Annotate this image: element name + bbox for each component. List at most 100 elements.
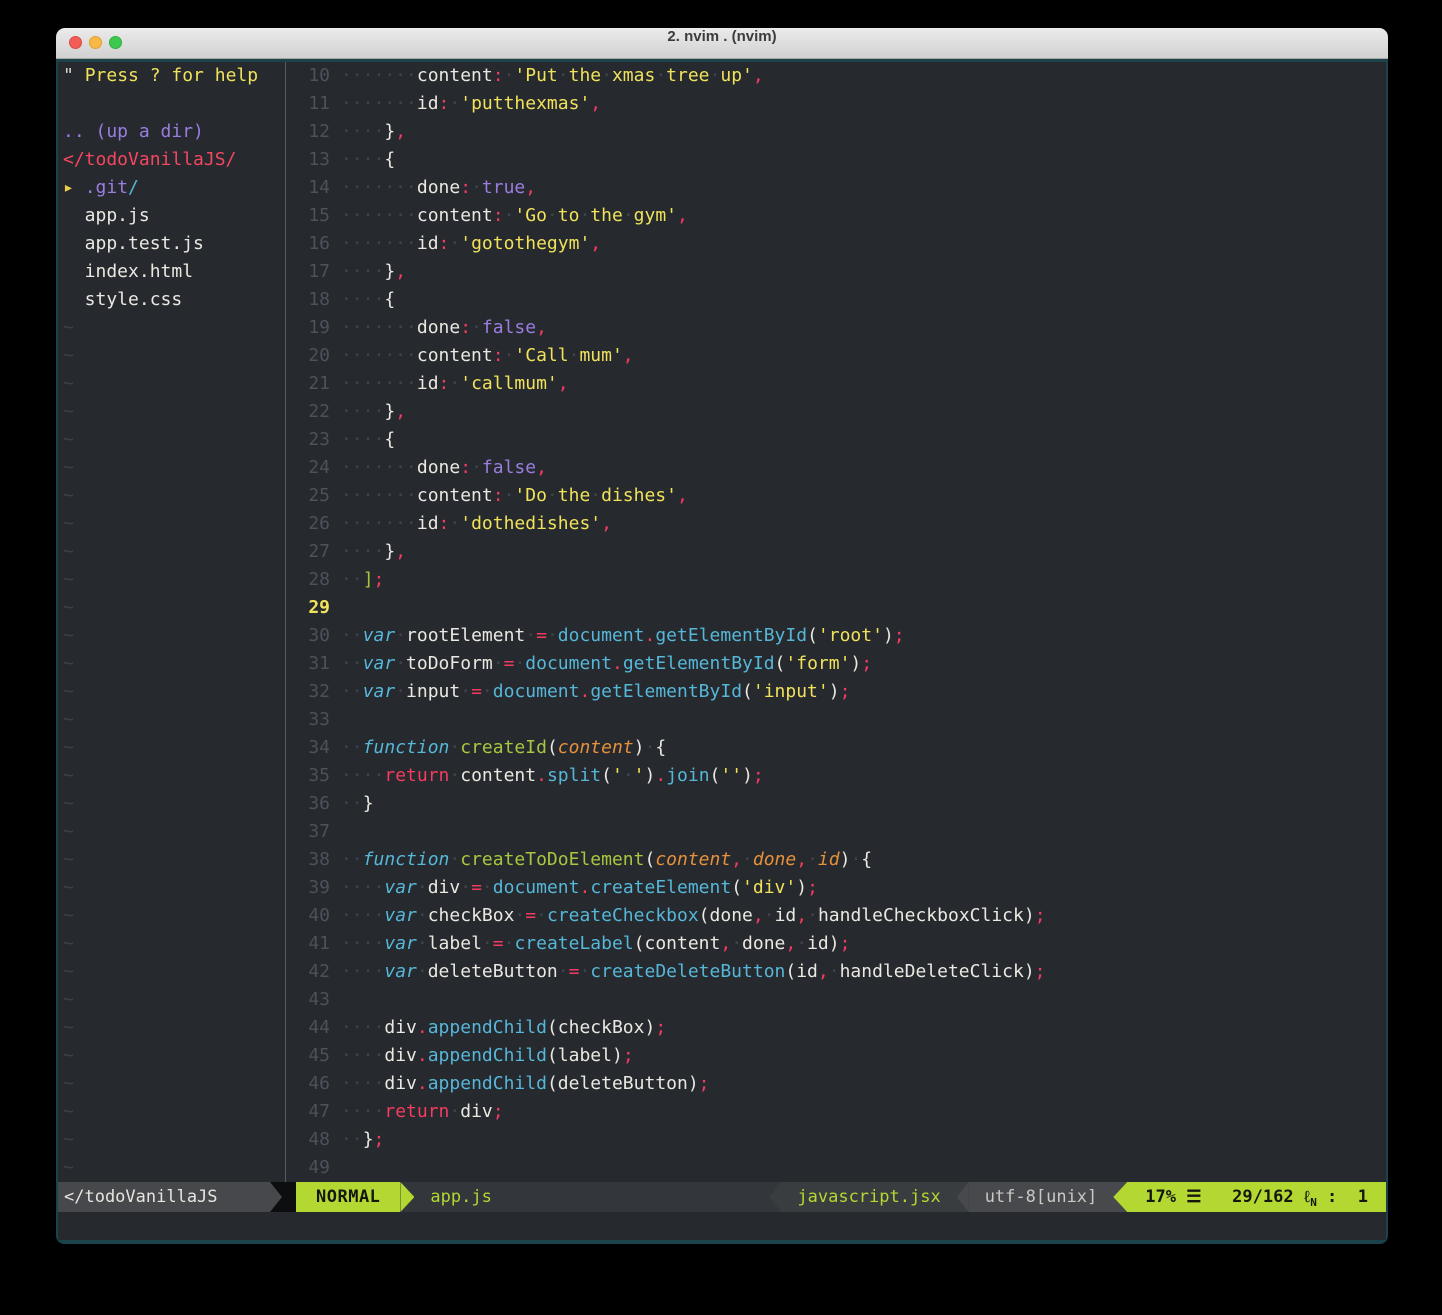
code-line-21[interactable]: 21·······id:·'callmum',: [286, 370, 1386, 398]
tilde-row: ~: [58, 986, 285, 1014]
code-line-40[interactable]: 40····var·checkBox·=·createCheckbox(done…: [286, 902, 1386, 930]
code-line-19[interactable]: 19·······done:·false,: [286, 314, 1386, 342]
code-line-47[interactable]: 47····return·div;: [286, 1098, 1386, 1126]
code-line-41[interactable]: 41····var·label·=·createLabel(content,·d…: [286, 930, 1386, 958]
tilde-row: ~: [58, 650, 285, 678]
token-s: ': [634, 765, 645, 786]
line-number: 34: [286, 734, 330, 762]
code-line-20[interactable]: 20·······content:·'Call·mum',: [286, 342, 1386, 370]
tilde-row: ~: [58, 454, 285, 482]
editor-pane[interactable]: 10·······content:·'Put·the·xmas·tree·up'…: [286, 62, 1386, 1182]
token-p: :: [493, 345, 504, 366]
line-number: 27: [286, 538, 330, 566]
window-titlebar[interactable]: 2. nvim . (nvim): [56, 28, 1388, 59]
code-line-37[interactable]: 37: [286, 818, 1386, 846]
token-p: ;: [894, 625, 905, 646]
token-p: :: [460, 177, 471, 198]
code-line-23[interactable]: 23····{: [286, 426, 1386, 454]
token-k: var: [384, 877, 417, 898]
token-p: ;: [861, 653, 872, 674]
token-tl: ~: [63, 625, 74, 646]
code-line-38[interactable]: 38··function·createToDoElement(content,·…: [286, 846, 1386, 874]
token-p: ,: [677, 485, 688, 506]
token-k: var: [384, 905, 417, 926]
token-w: ··: [341, 737, 363, 758]
tree-file-app-test-js[interactable]: app.test.js: [58, 230, 285, 258]
tree-file-index-html[interactable]: index.html: [58, 258, 285, 286]
code-line-25[interactable]: 25·······content:·'Do·the·dishes',: [286, 482, 1386, 510]
code-line-13[interactable]: 13····{: [286, 146, 1386, 174]
code-line-36[interactable]: 36··}: [286, 790, 1386, 818]
token-tl: ~: [63, 1129, 74, 1150]
statusline-gap: [282, 1182, 296, 1212]
code-line-24[interactable]: 24·······done:·false,: [286, 454, 1386, 482]
code-line-14[interactable]: 14·······done:·true,: [286, 174, 1386, 202]
token-s: '': [720, 765, 742, 786]
code-line-15[interactable]: 15·······content:·'Go·to·the·gym',: [286, 202, 1386, 230]
code-line-16[interactable]: 16·······id:·'gotothegym',: [286, 230, 1386, 258]
code-line-12[interactable]: 12····},: [286, 118, 1386, 146]
tilde-row: ~: [58, 1070, 285, 1098]
code-line-29[interactable]: 29: [286, 594, 1386, 622]
token-p: .: [645, 625, 656, 646]
code-line-32[interactable]: 32··var·input·=·document.getElementById(…: [286, 678, 1386, 706]
tree-root[interactable]: </todoVanillaJS/: [58, 146, 285, 174]
token-b: false: [482, 317, 536, 338]
code-line-18[interactable]: 18····{: [286, 286, 1386, 314]
tilde-row: ~: [58, 1154, 285, 1182]
tree-updir[interactable]: .. (up a dir): [58, 118, 285, 146]
tree-file-app-js[interactable]: app.js: [58, 202, 285, 230]
code-line-42[interactable]: 42····var·deleteButton·=·createDeleteBut…: [286, 958, 1386, 986]
token-w: ····: [341, 765, 384, 786]
code-line-28[interactable]: 28··];: [286, 566, 1386, 594]
code-line-43[interactable]: 43: [286, 986, 1386, 1014]
code-line-35[interactable]: 35····return·content.split('·').join('')…: [286, 762, 1386, 790]
token-p: :: [439, 513, 450, 534]
line-number: 37: [286, 818, 330, 846]
token-p: return: [384, 1101, 449, 1122]
code-line-45[interactable]: 45····div.appendChild(label);: [286, 1042, 1386, 1070]
code-line-11[interactable]: 11·······id:·'putthexmas',: [286, 90, 1386, 118]
code-line-46[interactable]: 46····div.appendChild(deleteButton);: [286, 1070, 1386, 1098]
line-number: 12: [286, 118, 330, 146]
line-number: 30: [286, 622, 330, 650]
code-line-49[interactable]: 49: [286, 1154, 1386, 1182]
line-number: 33: [286, 706, 330, 734]
token-p: ,: [731, 849, 742, 870]
code-line-39[interactable]: 39····var·div·=·document.createElement('…: [286, 874, 1386, 902]
token-s: 'Put: [514, 65, 557, 86]
token-w: ·: [460, 681, 471, 702]
code-line-22[interactable]: 22····},: [286, 398, 1386, 426]
code-line-26[interactable]: 26·······id:·'dothedishes',: [286, 510, 1386, 538]
code-line-44[interactable]: 44····div.appendChild(checkBox);: [286, 1014, 1386, 1042]
token-p: :: [439, 373, 450, 394]
code-line-27[interactable]: 27····},: [286, 538, 1386, 566]
token-t: ): [829, 933, 840, 954]
tree-dir-git[interactable]: ▸ .git/: [58, 174, 285, 202]
token-w: ·: [417, 961, 428, 982]
token-w: ·: [547, 205, 558, 226]
token-w: ·: [460, 877, 471, 898]
command-line[interactable]: [58, 1212, 1386, 1240]
code-line-17[interactable]: 17····},: [286, 258, 1386, 286]
token-f: getElementById: [590, 681, 742, 702]
code-line-30[interactable]: 30··var·rootElement·=·document.getElemen…: [286, 622, 1386, 650]
token-p: ,: [395, 401, 406, 422]
line-number: 38: [286, 846, 330, 874]
token-t: ): [1024, 961, 1035, 982]
code-line-31[interactable]: 31··var·toDoForm·=·document.getElementBy…: [286, 650, 1386, 678]
code-line-48[interactable]: 48··};: [286, 1126, 1386, 1154]
token-tl: ~: [63, 849, 74, 870]
token-p: ,: [590, 233, 601, 254]
code-line-33[interactable]: 33: [286, 706, 1386, 734]
tilde-row: ~: [58, 706, 285, 734]
tilde-row: ~: [58, 314, 285, 342]
token-w: ····: [341, 961, 384, 982]
tree-file-style-css[interactable]: style.css: [58, 286, 285, 314]
code-line-10[interactable]: 10·······content:·'Put·the·xmas·tree·up'…: [286, 62, 1386, 90]
code-line-34[interactable]: 34··function·createId(content)·{: [286, 734, 1386, 762]
token-t: ): [644, 1017, 655, 1038]
token-p: ,: [525, 177, 536, 198]
token-w: ·: [493, 653, 504, 674]
token-w: ····: [341, 1073, 384, 1094]
